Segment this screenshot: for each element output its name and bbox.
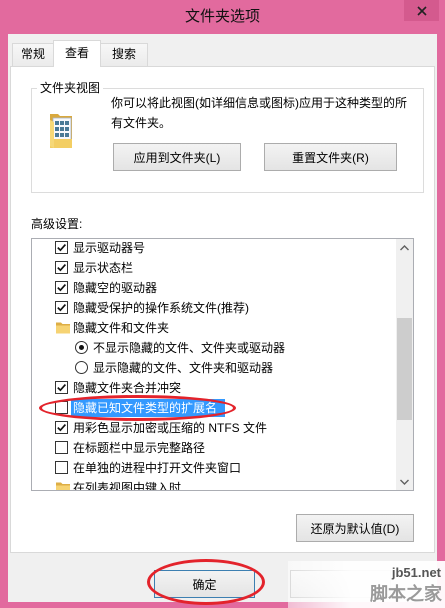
advanced-settings-rows: 显示驱动器号 显示状态栏隐藏空的驱动器隐藏受保护的操作系统文件(推荐) 隐藏文件和文…: [32, 239, 396, 490]
scrollbar-thumb[interactable]: [397, 318, 412, 420]
option-label: 隐藏已知文件类型的扩展名: [71, 399, 226, 417]
option-row[interactable]: 显示隐藏的文件、文件夹和驱动器: [32, 358, 396, 378]
option-row[interactable]: 隐藏受保护的操作系统文件(推荐): [32, 298, 396, 318]
tab-general[interactable]: 常规: [12, 43, 54, 66]
watermark-site: jb51.net: [391, 565, 441, 580]
tab-view[interactable]: 查看: [53, 40, 101, 67]
reset-folders-button[interactable]: 重置文件夹(R): [264, 143, 397, 171]
option-checkbox[interactable]: [55, 301, 68, 314]
watermark: jb51.net 脚本之家: [288, 561, 445, 608]
option-row[interactable]: 显示驱动器号: [32, 239, 396, 258]
option-row[interactable]: 不显示隐藏的文件、文件夹或驱动器: [32, 338, 396, 358]
option-label: 隐藏受保护的操作系统文件(推荐): [73, 301, 249, 315]
chevron-up-icon: [400, 244, 409, 250]
option-label: 在列表视图中键入时: [73, 481, 182, 490]
option-radio[interactable]: [75, 341, 88, 354]
close-button[interactable]: [404, 0, 439, 21]
option-label: 不显示隐藏的文件、文件夹或驱动器: [93, 341, 286, 355]
checkmark-icon: [57, 424, 67, 432]
scroll-up-button[interactable]: [396, 239, 413, 256]
option-row[interactable]: 在单独的进程中打开文件夹窗口: [32, 458, 396, 478]
folder-views-group-label: 文件夹视图: [37, 80, 104, 96]
option-checkbox[interactable]: [55, 461, 68, 474]
scrollbar-track[interactable]: [396, 256, 413, 473]
option-checkbox[interactable]: [55, 281, 68, 294]
option-row[interactable]: 用彩色显示加密或压缩的 NTFS 文件: [32, 418, 396, 438]
option-label: 用彩色显示加密或压缩的 NTFS 文件: [73, 421, 267, 435]
option-label: 显示驱动器号: [73, 241, 146, 255]
folder-views-description: 你可以将此视图(如详细信息或图标)应用于这种类型的所有文件夹。: [111, 96, 407, 130]
close-icon: [416, 5, 427, 16]
advanced-settings-label: 高级设置:: [31, 217, 83, 231]
checkmark-icon: [57, 264, 67, 272]
option-label: 在标题栏中显示完整路径: [73, 441, 206, 455]
window-title: 文件夹选项: [184, 8, 260, 25]
option-checkbox[interactable]: [55, 241, 68, 254]
option-row[interactable]: 隐藏文件夹合并冲突: [32, 378, 396, 398]
option-checkbox[interactable]: [55, 381, 68, 394]
option-label: 显示隐藏的文件、文件夹和驱动器: [93, 361, 274, 375]
option-label: 显示状态栏: [73, 261, 134, 275]
restore-defaults-button[interactable]: 还原为默认值(D): [296, 514, 414, 542]
tab-search[interactable]: 搜索: [100, 43, 148, 66]
option-label: 隐藏文件和文件夹: [73, 321, 170, 335]
apply-to-folders-button[interactable]: 应用到文件夹(L): [113, 143, 241, 171]
watermark-brand: 脚本之家: [370, 584, 442, 604]
advanced-settings-list[interactable]: 显示驱动器号 显示状态栏隐藏空的驱动器隐藏受保护的操作系统文件(推荐) 隐藏文件和文…: [31, 238, 414, 491]
option-row[interactable]: 在标题栏中显示完整路径: [32, 438, 396, 458]
scroll-down-button[interactable]: [396, 473, 413, 490]
chevron-down-icon: [400, 479, 409, 485]
folder-options-dialog: 文件夹选项 常规 查看 搜索 文件夹视图 你可以将此视图(如详细信息或图标)应用…: [0, 0, 445, 608]
ok-button[interactable]: 确定: [154, 570, 255, 598]
title-bar[interactable]: 文件夹选项: [0, 0, 445, 34]
checkmark-icon: [57, 244, 67, 252]
option-row[interactable]: 隐藏已知文件类型的扩展名: [32, 398, 396, 418]
folder-icon: [55, 321, 71, 335]
scrollbar[interactable]: [396, 239, 413, 490]
option-checkbox[interactable]: [55, 261, 68, 274]
folder-view-icon: [50, 114, 72, 148]
checkmark-icon: [57, 384, 67, 392]
option-label: 隐藏空的驱动器: [73, 281, 158, 295]
option-label: 在单独的进程中打开文件夹窗口: [73, 461, 242, 475]
checkmark-icon: [57, 304, 67, 312]
option-row[interactable]: 在列表视图中键入时: [32, 478, 396, 490]
option-row[interactable]: 隐藏文件和文件夹: [32, 318, 396, 338]
option-checkbox[interactable]: [55, 401, 68, 414]
option-checkbox[interactable]: [55, 421, 68, 434]
option-row[interactable]: 显示状态栏: [32, 258, 396, 278]
option-checkbox[interactable]: [55, 441, 68, 454]
option-row[interactable]: 隐藏空的驱动器: [32, 278, 396, 298]
folder-icon: [55, 481, 71, 490]
checkmark-icon: [57, 284, 67, 292]
option-radio[interactable]: [75, 361, 88, 374]
option-label: 隐藏文件夹合并冲突: [73, 381, 182, 395]
